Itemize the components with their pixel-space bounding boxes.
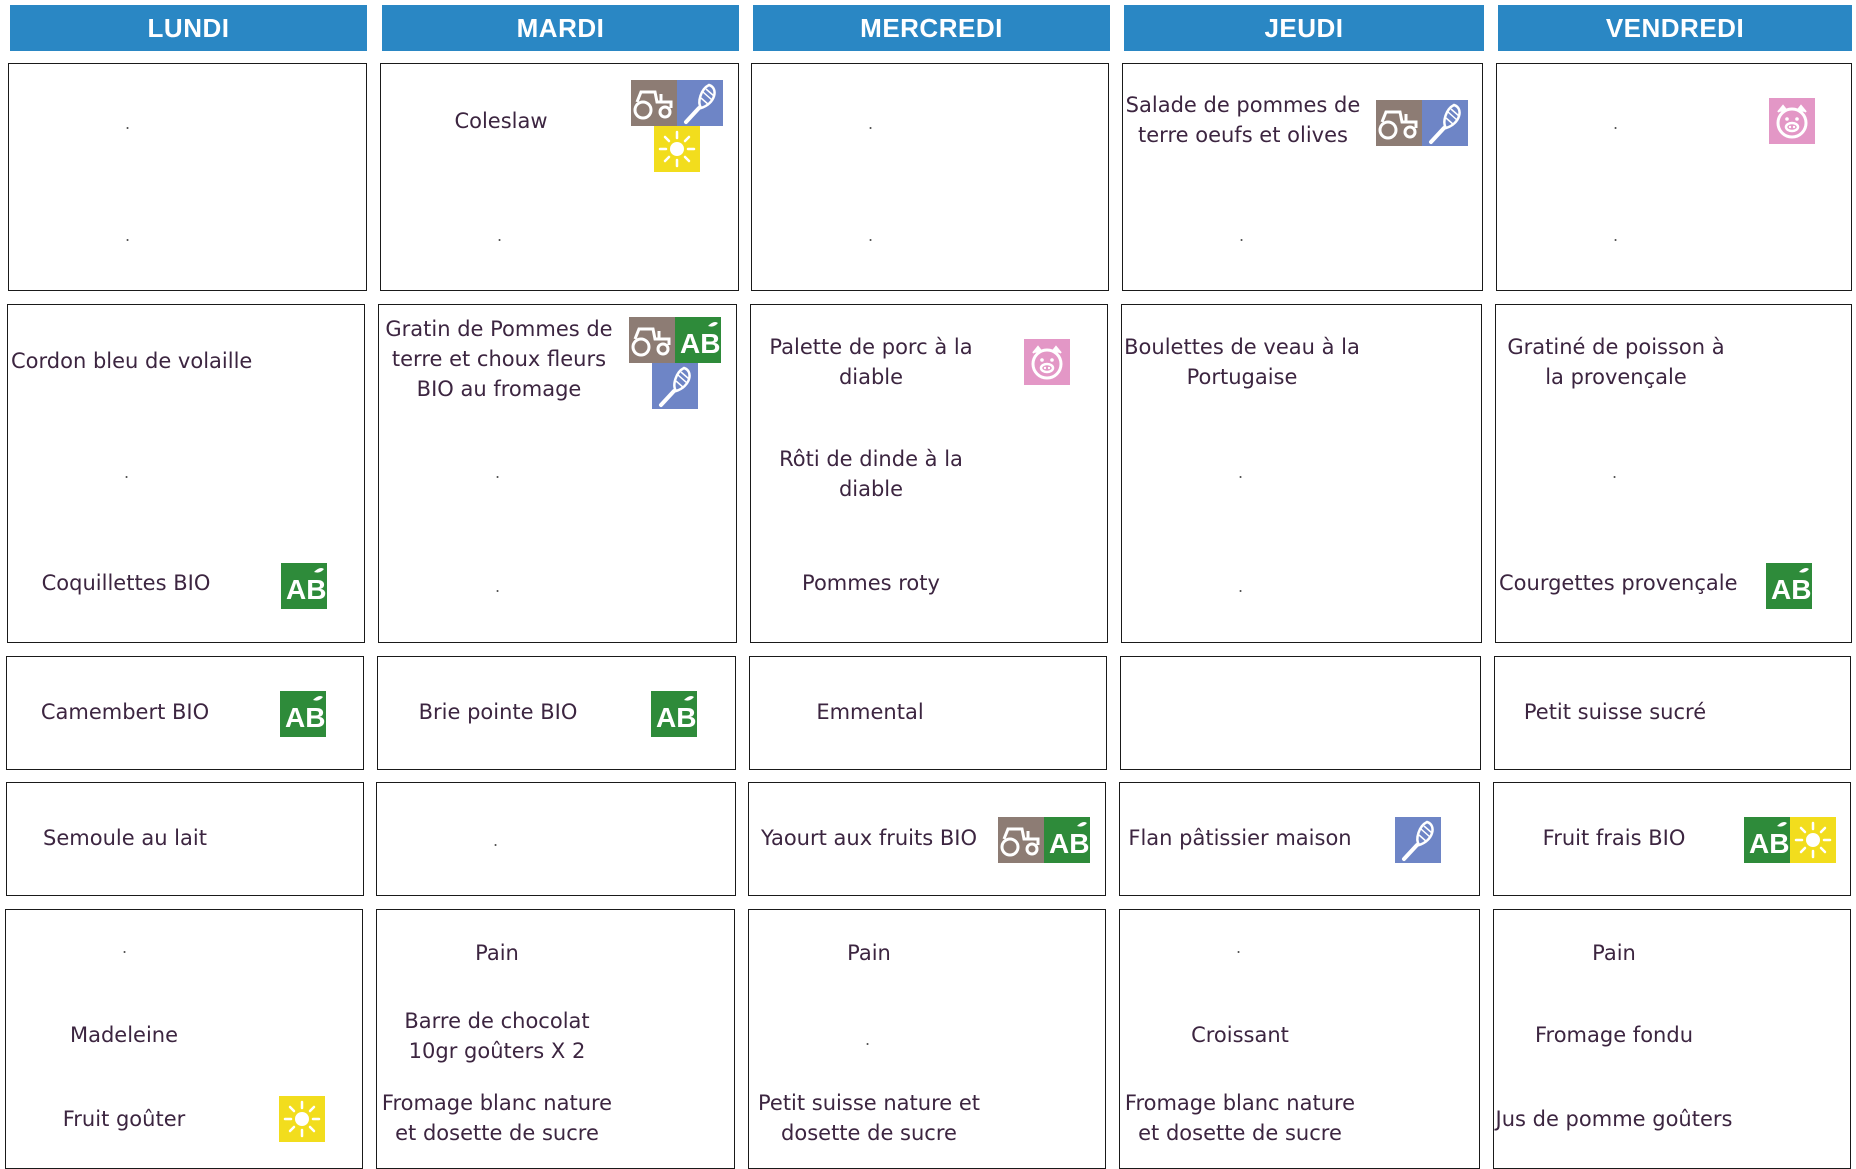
main-cell-jeudi: Boulettes de veau à la Portugaise . .: [1121, 304, 1482, 643]
snack-cell-mercredi: Pain . Petit suisse nature et dosette de…: [748, 909, 1106, 1169]
bio-icon: [1744, 817, 1790, 863]
starter-mardi: Coleslaw: [454, 109, 548, 133]
dessert-cell-mercredi: Yaourt aux fruits BIO: [748, 782, 1106, 896]
homemade-icon: [652, 363, 698, 409]
main-mercredi-1: Palette de porc à la diable: [769, 335, 973, 389]
side-lundi: Coquillettes BIO: [41, 571, 211, 595]
placeholder-dot: .: [495, 577, 501, 596]
dessert-cell-mardi: .: [376, 782, 736, 896]
local-farm-icon: [629, 317, 675, 363]
dessert-lundi: Semoule au lait: [43, 826, 207, 850]
local-farm-icon: [1376, 100, 1422, 146]
day-header-mardi: MARDI: [382, 5, 739, 51]
bio-icon: [280, 691, 326, 737]
main-cell-mardi: Gratin de Pommes de terre et choux fleur…: [378, 304, 737, 643]
snack-jeudi-1: Croissant: [1191, 1023, 1289, 1047]
placeholder-dot: .: [1238, 577, 1244, 596]
bio-icon: [651, 691, 697, 737]
main-cell-lundi: Cordon bleu de volaille . Coquillettes B…: [7, 304, 365, 643]
main-vendredi: Gratiné de poisson à la provençale: [1507, 335, 1725, 389]
dairy-mardi: Brie pointe BIO: [418, 700, 578, 724]
placeholder-dot: .: [1613, 114, 1619, 133]
dairy-lundi: Camembert BIO: [40, 700, 210, 724]
pork-icon: [1769, 98, 1815, 144]
starter-cell-jeudi: Salade de pommes de terre oeufs et olive…: [1122, 63, 1483, 291]
seasonal-icon: [279, 1096, 325, 1142]
day-header-mercredi: MERCREDI: [753, 5, 1110, 51]
placeholder-dot: .: [1239, 226, 1245, 245]
placeholder-dot: .: [868, 226, 874, 245]
homemade-icon: [1422, 100, 1468, 146]
bio-icon: [1766, 563, 1812, 609]
snack-lundi-2: Fruit goûter: [62, 1107, 186, 1131]
local-farm-icon: [631, 80, 677, 126]
seasonal-icon: [1790, 817, 1836, 863]
snack-vendredi-3: Jus de pomme goûters: [1495, 1107, 1733, 1131]
starter-cell-lundi: . .: [8, 63, 367, 291]
starter-cell-vendredi: . .: [1496, 63, 1852, 291]
bio-icon: [1044, 817, 1090, 863]
bio-icon: [675, 317, 721, 363]
placeholder-dot: .: [868, 114, 874, 133]
side-mercredi: Pommes roty: [802, 571, 940, 595]
main-mardi: Gratin de Pommes de terre et choux fleur…: [385, 317, 613, 401]
dairy-cell-jeudi: [1120, 656, 1481, 770]
snack-lundi-1: Madeleine: [69, 1023, 179, 1047]
snack-jeudi-2: Fromage blanc nature et dosette de sucre: [1124, 1091, 1356, 1145]
dessert-mercredi: Yaourt aux fruits BIO: [761, 826, 977, 850]
placeholder-dot: .: [122, 938, 128, 957]
dairy-vendredi: Petit suisse sucré: [1523, 700, 1707, 724]
snack-mardi-2: Barre de chocolat 10gr goûters X 2: [404, 1009, 590, 1063]
main-cell-mercredi: Palette de porc à la diable Rôti de dind…: [750, 304, 1108, 643]
local-farm-icon: [998, 817, 1044, 863]
dairy-cell-mardi: Brie pointe BIO: [377, 656, 736, 770]
starter-cell-mardi: Coleslaw .: [380, 63, 739, 291]
snack-cell-vendredi: Pain Fromage fondu Jus de pomme goûters: [1493, 909, 1851, 1169]
main-mercredi-2: Rôti de dinde à la diable: [779, 447, 963, 501]
dessert-cell-vendredi: Fruit frais BIO: [1493, 782, 1851, 896]
seasonal-icon: [654, 126, 700, 172]
homemade-icon: [677, 80, 723, 126]
placeholder-dot: .: [124, 463, 130, 482]
homemade-icon: [1395, 817, 1441, 863]
side-vendredi: Courgettes provençale: [1499, 571, 1738, 595]
dairy-cell-lundi: Camembert BIO: [6, 656, 364, 770]
snack-cell-mardi: Pain Barre de chocolat 10gr goûters X 2 …: [376, 909, 735, 1169]
placeholder-dot: .: [1612, 463, 1618, 482]
dairy-mercredi: Emmental: [816, 700, 924, 724]
placeholder-dot: .: [1238, 463, 1244, 482]
snack-vendredi-2: Fromage fondu: [1534, 1023, 1693, 1047]
main-cell-vendredi: Gratiné de poisson à la provençale . Cou…: [1495, 304, 1852, 643]
main-lundi: Cordon bleu de volaille: [11, 349, 253, 373]
placeholder-dot: .: [495, 463, 501, 482]
dairy-cell-vendredi: Petit suisse sucré: [1494, 656, 1851, 770]
main-jeudi: Boulettes de veau à la Portugaise: [1124, 335, 1360, 389]
day-header-vendredi: VENDREDI: [1498, 5, 1852, 51]
dairy-cell-mercredi: Emmental: [749, 656, 1107, 770]
snack-mercredi-1: Pain: [847, 941, 891, 965]
starter-cell-mercredi: . .: [751, 63, 1109, 291]
bio-icon: [281, 563, 327, 609]
dessert-vendredi: Fruit frais BIO: [1542, 826, 1686, 850]
placeholder-dot: .: [497, 226, 503, 245]
snack-mercredi-2: Petit suisse nature et dosette de sucre: [757, 1091, 981, 1145]
snack-cell-lundi: . Madeleine Fruit goûter: [5, 909, 363, 1169]
day-header-jeudi: JEUDI: [1124, 5, 1484, 51]
day-header-lundi: LUNDI: [10, 5, 367, 51]
snack-cell-jeudi: . Croissant Fromage blanc nature et dose…: [1119, 909, 1480, 1169]
snack-mardi-1: Pain: [475, 941, 519, 965]
placeholder-dot: .: [1236, 938, 1242, 957]
dessert-cell-lundi: Semoule au lait: [6, 782, 364, 896]
dessert-jeudi: Flan pâtissier maison: [1128, 826, 1352, 850]
placeholder-dot: .: [1613, 226, 1619, 245]
starter-jeudi: Salade de pommes de terre oeufs et olive…: [1125, 93, 1361, 147]
snack-vendredi-1: Pain: [1592, 941, 1636, 965]
placeholder-dot: .: [865, 1030, 871, 1049]
placeholder-dot: .: [493, 831, 499, 850]
placeholder-dot: .: [125, 114, 131, 133]
snack-mardi-3: Fromage blanc nature et dosette de sucre: [381, 1091, 613, 1145]
placeholder-dot: .: [125, 226, 131, 245]
dessert-cell-jeudi: Flan pâtissier maison: [1119, 782, 1480, 896]
pork-icon: [1024, 339, 1070, 385]
